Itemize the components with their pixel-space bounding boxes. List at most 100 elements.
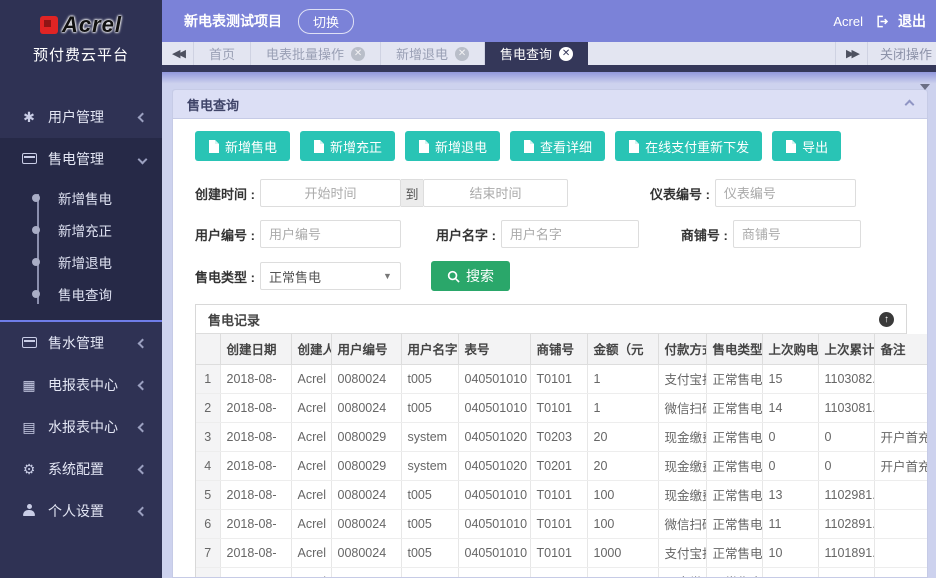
table-row[interactable]: 62018-08-Acrel0080024t005040501010T01011… [196,509,927,538]
end-time-input[interactable] [423,179,568,207]
sidebar-item-new-sale[interactable]: 新增售电 [0,182,162,214]
sidebar-item-system-config[interactable]: ⚙ 系统配置 [0,448,162,490]
column-header[interactable]: 售电类型 [706,334,762,364]
bullet-icon [32,290,40,298]
close-icon[interactable]: ✕ [351,47,365,61]
document-icon [523,140,534,153]
column-header[interactable]: 商铺号 [530,334,587,364]
switch-project-button[interactable]: 切换 [298,9,354,34]
column-header[interactable]: 创建人 [291,334,331,364]
table-row[interactable]: 52018-08-Acrel0080024t005040501010T01011… [196,480,927,509]
tabs-scroll-right-icon[interactable]: ▶▶ [835,42,867,65]
current-username: Acrel [833,14,863,29]
table-row[interactable]: 32018-08-Acrel0080029system040501020T020… [196,422,927,451]
user-name-label: 用户名字 : [436,225,496,244]
shop-no-label: 商铺号 : [681,225,728,244]
table-row[interactable]: 22018-08-Acrel0080024t005040501010T01011… [196,393,927,422]
column-header[interactable]: 用户名字 [401,334,458,364]
tab-home[interactable]: 首页 [194,42,251,65]
table-cell: 13 [762,480,818,509]
table-cell: Acrel [291,567,331,577]
table-cell: 10 [762,538,818,567]
shop-no-input[interactable] [733,220,861,248]
document-icon [628,140,639,153]
new-recharge-button[interactable]: 新增充正 [300,131,395,161]
user-name-input[interactable] [501,220,639,248]
table-cell: 2018-08- [220,422,291,451]
chevron-left-icon [138,380,148,390]
main-area: 新电表测试项目 切换 Acrel 退出 ◀◀ 首页 电表批量操作 ✕ 新增退电 … [162,0,936,578]
filter-row-3: 售电类型 : 正常售电 ▼ 搜索 [195,261,907,291]
table-cell: 100 [587,509,658,538]
column-header[interactable]: 创建日期 [220,334,291,364]
table-row[interactable]: 72018-08-Acrel0080024t005040501010T01011… [196,538,927,567]
row-index: 4 [196,451,220,480]
sale-type-select[interactable]: 正常售电 ▼ [260,262,401,290]
table-row[interactable]: 12018-08-Acrel0080024t005040501010T01011… [196,364,927,393]
table-cell: T0203 [530,422,587,451]
table-cell: 正常售电 [706,364,762,393]
table-cell: 正常售电 [706,538,762,567]
tabs-scroll-left-icon[interactable]: ◀◀ [162,42,194,65]
tab-sale-query[interactable]: 售电查询 ✕ [485,42,588,65]
export-button[interactable]: 导出 [772,131,841,161]
sidebar-item-new-recharge[interactable]: 新增充正 [0,214,162,246]
project-name: 新电表测试项目 [184,11,282,31]
meter-no-input[interactable] [715,179,856,207]
table-cell: 正常售电 [706,422,762,451]
online-pay-resend-button[interactable]: 在线支付重新下发 [615,131,762,161]
table-cell [874,480,927,509]
table-cell: system [401,451,458,480]
column-header[interactable]: 上次购电 [762,334,818,364]
close-operations-button[interactable]: 关闭操作 [867,42,936,65]
start-time-input[interactable] [260,179,401,207]
new-refund-button[interactable]: 新增退电 [405,131,500,161]
table-row[interactable]: 42018-08-Acrel0080029system040501020T020… [196,451,927,480]
table-cell: Acrel [291,451,331,480]
new-sale-button[interactable]: 新增售电 [195,131,290,161]
table-cell: T0101 [530,538,587,567]
column-header[interactable]: 付款方式 [658,334,706,364]
table-cell: T0101 [530,509,587,538]
close-icon[interactable]: ✕ [455,47,469,61]
user-no-input[interactable] [260,220,401,248]
column-header[interactable]: 备注 [874,334,927,364]
table-cell: 正常售电 [706,480,762,509]
table-row[interactable]: 82018-08-Acrel0080024t005040501010T01011… [196,567,927,577]
table-cell: 2018-08- [220,364,291,393]
sidebar-item-personal-settings[interactable]: 个人设置 [0,490,162,532]
table-cell: 0 [762,422,818,451]
records-title: 售电记录 [208,310,260,329]
tab-meter-batch[interactable]: 电表批量操作 ✕ [251,42,381,65]
column-header[interactable]: 上次累计 [818,334,874,364]
panel-collapse-button[interactable] [906,95,913,113]
sidebar-item-sale-management[interactable]: 售电管理 [0,138,162,180]
column-header[interactable]: 用户编号 [331,334,401,364]
sidebar-item-new-refund[interactable]: 新增退电 [0,246,162,278]
sidebar-item-electric-report[interactable]: ▦ 电报表中心 [0,364,162,406]
tab-new-refund[interactable]: 新增退电 ✕ [381,42,485,65]
table-cell: 9 [762,567,818,577]
logout-button[interactable]: 退出 [898,11,926,31]
filter-row-2: 用户编号 : 用户名字 : 商铺号 : [195,220,907,248]
view-detail-button[interactable]: 查看详细 [510,131,605,161]
sidebar-item-water-sale[interactable]: 售水管理 [0,322,162,364]
logout-icon[interactable] [873,14,888,29]
sidebar-item-sale-query[interactable]: 售电查询 [0,278,162,310]
gear-icon: ⚙ [20,461,38,478]
table-cell: 1101703. [818,567,874,577]
column-header[interactable]: 金额（元 [587,334,658,364]
scroll-up-icon[interactable] [920,84,930,90]
collapse-up-icon[interactable]: ↑ [879,312,894,327]
close-icon[interactable]: ✕ [559,47,573,61]
column-header[interactable] [196,334,220,364]
table-cell: 1 [587,393,658,422]
table-cell: t005 [401,393,458,422]
search-button[interactable]: 搜索 [431,261,510,291]
table-cell: 040501010 [458,509,530,538]
sidebar-item-water-report[interactable]: ▤ 水报表中心 [0,406,162,448]
column-header[interactable]: 表号 [458,334,530,364]
created-time-label: 创建时间 : [195,184,255,203]
table-cell: t005 [401,509,458,538]
sidebar-item-user-management[interactable]: ✱ 用户管理 [0,96,162,138]
